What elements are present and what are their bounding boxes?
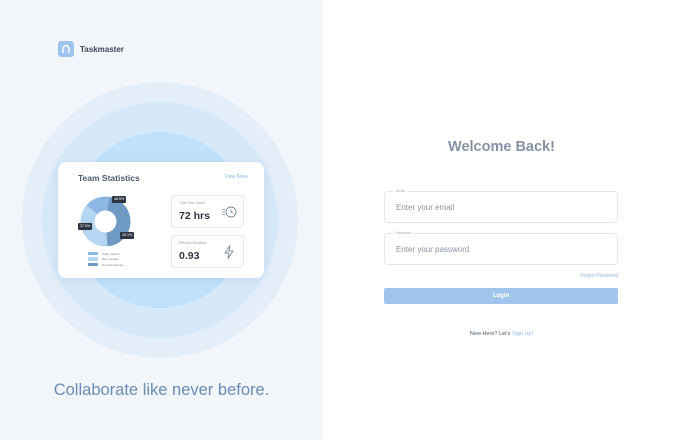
legend-swatch bbox=[88, 251, 98, 256]
legend-label: Stacy Jordan bbox=[102, 251, 120, 256]
lightning-icon bbox=[224, 245, 234, 259]
donut-label-right: 16.1% bbox=[120, 232, 135, 239]
login-button[interactable]: Login bbox=[384, 288, 618, 304]
stat-value: 72 hrs bbox=[179, 210, 210, 222]
chart-legend: Stacy Jordan Ben Landers Nora Fernandes bbox=[88, 251, 124, 268]
clock-speed-icon bbox=[221, 206, 237, 218]
legend-label: Ben Landers bbox=[102, 257, 120, 261]
legend-item: Stacy Jordan bbox=[88, 251, 124, 256]
view-more-link[interactable]: View More bbox=[224, 174, 248, 180]
hero-panel: Taskmaster Team Statistics View More 46.… bbox=[0, 0, 323, 440]
hero-tagline: Collaborate like never before. bbox=[53, 381, 270, 399]
donut-label-left: 37.5% bbox=[78, 223, 93, 230]
password-field[interactable]: Password bbox=[384, 231, 618, 265]
legend-item: Ben Landers bbox=[88, 257, 124, 262]
email-field[interactable]: Email bbox=[384, 189, 618, 223]
card-title: Team Statistics bbox=[78, 173, 140, 183]
legend-swatch bbox=[88, 262, 98, 267]
stat-efficient-workflow: Efficient Workflow 0.93 bbox=[171, 235, 244, 268]
stat-label: Total Time Spent bbox=[179, 201, 206, 205]
donut-label-top: 46.5% bbox=[112, 196, 127, 203]
team-statistics-card: Team Statistics View More 46.5% 37.5% 16… bbox=[58, 162, 264, 278]
signup-link[interactable]: Sign Up! bbox=[512, 331, 533, 337]
signup-prompt-text: New Here? Let's bbox=[469, 331, 511, 337]
signup-prompt: New Here? Let's Sign Up! bbox=[323, 331, 680, 337]
brand-name: Taskmaster bbox=[80, 44, 124, 54]
welcome-heading: Welcome Back! bbox=[448, 139, 555, 155]
taskmaster-logo-icon bbox=[58, 41, 74, 57]
legend-swatch bbox=[88, 257, 98, 261]
brand-logo[interactable]: Taskmaster bbox=[58, 41, 124, 57]
password-input[interactable] bbox=[396, 234, 606, 264]
stat-label: Efficient Workflow bbox=[179, 241, 207, 245]
legend-label: Nora Fernandes bbox=[102, 262, 124, 267]
legend-item: Nora Fernandes bbox=[88, 262, 124, 267]
forgot-password-link[interactable]: Forgot Password bbox=[580, 273, 618, 279]
login-panel: Welcome Back! Email Password Forgot Pass… bbox=[323, 0, 680, 440]
stat-total-time: Total Time Spent 72 hrs bbox=[171, 195, 244, 228]
email-input[interactable] bbox=[396, 192, 606, 222]
stat-value: 0.93 bbox=[179, 250, 200, 262]
